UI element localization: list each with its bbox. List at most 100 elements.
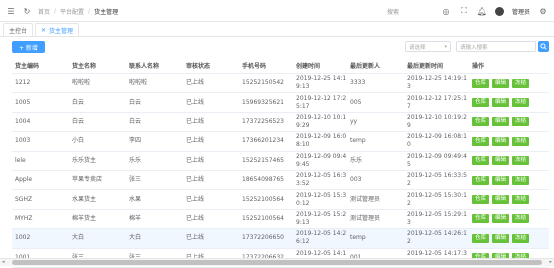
search-button[interactable] (538, 41, 549, 52)
breadcrumb-home[interactable]: 首页 (38, 7, 50, 16)
freeze-button[interactable]: 冻结 (512, 136, 530, 146)
table-row[interactable]: 1004 白云 白云 已上线 17372256523 2019-12-10 10:19:2… (12, 112, 549, 133)
avatar[interactable] (494, 6, 504, 16)
header-search[interactable]: 搜索 (387, 7, 399, 16)
cell-text: 15252157465 (242, 156, 284, 164)
cell-text: 测试管理员 (350, 214, 381, 222)
column-header[interactable]: 最后更新人 (347, 58, 404, 74)
edit-button[interactable]: 编辑 (492, 175, 510, 185)
edit-button[interactable]: 编辑 (492, 78, 510, 88)
table-row[interactable]: 1212 啦啦啦 啦啦啦 已上线 15252150542 2019-12-25 14:19… (12, 73, 549, 94)
warehouse-button[interactable]: 仓库 (472, 136, 490, 146)
cell-text: 水果 (129, 195, 142, 203)
edit-button[interactable]: 编辑 (492, 136, 510, 146)
bell-icon[interactable]: 🔔︎ (477, 6, 487, 16)
close-icon[interactable]: ✕ (41, 27, 46, 34)
add-button[interactable]: + 新增 (12, 41, 45, 53)
cell-text: 测试管理员 (350, 195, 381, 203)
freeze-button[interactable]: 冻结 (512, 117, 530, 127)
table-cell-updated: 2019-12-12 17:25:17 (404, 92, 469, 113)
settings-icon[interactable]: ⚙ (538, 6, 548, 16)
horizontal-scrollbar[interactable]: ◂ ▸ (0, 258, 554, 266)
breadcrumb-platform[interactable]: 平台配置 (60, 7, 84, 16)
column-header[interactable]: 货主编码 (12, 58, 69, 74)
edit-button[interactable]: 编辑 (492, 214, 510, 224)
collapse-menu-icon[interactable]: ☰ (6, 6, 16, 16)
refresh-icon[interactable]: ↻ (22, 6, 32, 16)
table-cell-code: SGHZ (12, 189, 69, 210)
edit-button[interactable]: 编辑 (492, 233, 510, 243)
column-header[interactable]: 最后更新时间 (404, 58, 469, 74)
warehouse-button[interactable]: 仓库 (472, 156, 490, 166)
column-header[interactable]: 货主名称 (69, 58, 126, 74)
page-tabs: 主控台 ✕ 货主管理 (0, 23, 554, 37)
warehouse-button[interactable]: 仓库 (472, 98, 490, 108)
cell-text: 2019-12-05 15:30:12 (296, 191, 347, 207)
table-cell-code: lele (12, 151, 69, 171)
table-cell-updater: 005 (347, 92, 404, 113)
freeze-button[interactable]: 冻结 (512, 233, 530, 243)
freeze-button[interactable]: 冻结 (512, 195, 530, 205)
search-input[interactable]: 请输入搜索 (456, 41, 536, 52)
table-row[interactable]: 1005 白云 白云 已上线 15969325621 2019-12-12 17:25:1… (12, 92, 549, 113)
table-cell-created: 2019-12-09 16:08:10 (293, 131, 347, 152)
scroll-right-icon[interactable]: ▸ (549, 259, 552, 265)
table-cell-updater: 003 (347, 170, 404, 191)
freeze-button[interactable]: 冻结 (512, 78, 530, 88)
table-row[interactable]: lele 乐乐货主 乐乐 已上线 15252157465 2019-12-09 09:49… (12, 151, 549, 171)
table-cell-name: 苹果专卖店 (69, 170, 126, 191)
edit-button[interactable]: 编辑 (492, 98, 510, 108)
scroll-left-icon[interactable]: ◂ (2, 259, 5, 265)
warehouse-button[interactable]: 仓库 (472, 117, 490, 127)
user-name[interactable]: 管理员 (512, 7, 530, 16)
warehouse-button[interactable]: 仓库 (472, 214, 490, 224)
cell-text: 已上线 (186, 156, 205, 164)
scrollbar-thumb[interactable] (12, 260, 542, 265)
warehouse-button[interactable]: 仓库 (472, 78, 490, 88)
table-row[interactable]: Apple 苹果专卖店 张三 已上线 18654098765 2019-12-05 16:… (12, 170, 549, 191)
edit-button[interactable]: 编辑 (492, 195, 510, 205)
table-cell-status: 已上线 (183, 209, 239, 230)
warehouse-button[interactable]: 仓库 (472, 195, 490, 205)
cell-text: 白云 (129, 117, 142, 125)
cell-text: temp (350, 137, 366, 145)
warehouse-button[interactable]: 仓库 (472, 233, 490, 243)
table-cell-updater: 3333 (347, 73, 404, 94)
table-row[interactable]: SGHZ 水果货主 水果 已上线 15252100564 2019-12-05 15:30… (12, 189, 549, 210)
target-icon[interactable]: ◎ (441, 6, 451, 16)
cell-text: 2019-12-05 15:29:13 (296, 210, 347, 226)
table-row[interactable]: 1002 大白 大白 已上线 17372206650 2019-12-05 14:26:1… (12, 228, 549, 249)
column-header[interactable]: 联系人名称 (126, 58, 183, 74)
edit-button[interactable]: 编辑 (492, 117, 510, 127)
table-cell-code: 1212 (12, 73, 69, 94)
table-cell-name: 啦啦啦 (69, 73, 126, 94)
cell-text: SGHZ (15, 195, 33, 203)
table-cell-updater: 乐乐 (347, 151, 404, 171)
cell-text: Apple (15, 176, 33, 184)
breadcrumb-separator: / (88, 7, 91, 15)
freeze-button[interactable]: 冻结 (512, 98, 530, 108)
cell-text: 2019-12-10 10:19:29 (296, 113, 347, 129)
edit-button[interactable]: 编辑 (492, 156, 510, 166)
column-header[interactable]: 手机号码 (239, 58, 293, 74)
table-cell-code: 1003 (12, 131, 69, 152)
filter-select[interactable]: 请选择 ▾ (405, 41, 451, 52)
column-header[interactable]: 审核状态 (183, 58, 239, 74)
breadcrumb: 首页 / 平台配置 / 货主管理 (38, 7, 118, 16)
freeze-button[interactable]: 冻结 (512, 156, 530, 166)
warehouse-button[interactable]: 仓库 (472, 175, 490, 185)
freeze-button[interactable]: 冻结 (512, 214, 530, 224)
table-cell-phone: 17366201234 (239, 131, 293, 152)
freeze-button[interactable]: 冻结 (512, 175, 530, 185)
table-cell-updater: temp (347, 131, 404, 152)
table-cell-updated: 2019-12-05 15:30:12 (404, 189, 469, 210)
column-header[interactable]: 创建时间 (293, 58, 347, 74)
fullscreen-icon[interactable]: ⛶ (459, 6, 469, 16)
table-cell-status: 已上线 (183, 151, 239, 171)
table-cell-phone: 15252100564 (239, 189, 293, 210)
tab-owner-management[interactable]: ✕ 货主管理 (35, 23, 80, 36)
table-row[interactable]: MYHZ 棉羊货主 棉羊 已上线 15252100564 2019-12-05 15:29… (12, 209, 549, 230)
tab-dashboard[interactable]: 主控台 (3, 23, 34, 36)
table-cell-name: 小白 (69, 131, 126, 152)
table-row[interactable]: 1003 小白 李四 已上线 17366201234 2019-12-09 16:08:1… (12, 131, 549, 152)
